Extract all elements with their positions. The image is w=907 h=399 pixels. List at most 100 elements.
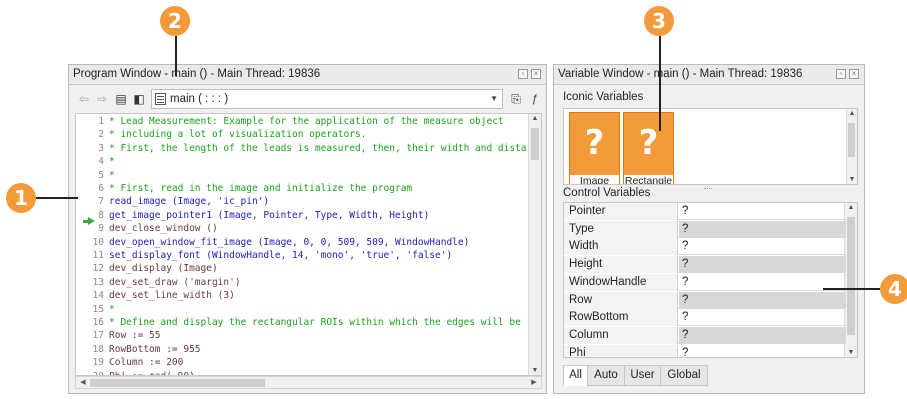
line-number[interactable]: 5 bbox=[98, 169, 104, 182]
program-counter-arrow-icon bbox=[83, 217, 95, 225]
procedure-interface-icon[interactable]: ƒ bbox=[528, 92, 542, 106]
code-line[interactable]: dev_set_line_width (3) bbox=[109, 289, 235, 302]
line-number[interactable]: 4 bbox=[98, 155, 104, 168]
tab-global[interactable]: Global bbox=[660, 365, 708, 386]
code-line[interactable]: * First, read in the image and initializ… bbox=[109, 182, 412, 195]
editor-vertical-scrollbar[interactable]: ▲ ▼ bbox=[528, 114, 541, 375]
line-number[interactable]: 8 bbox=[98, 209, 104, 222]
callout-3: 3 bbox=[644, 6, 674, 36]
scroll-right-icon[interactable]: ▶ bbox=[528, 378, 540, 386]
code-editor[interactable]: 1234567891011121314151617181920 * Lead M… bbox=[75, 113, 542, 376]
line-number[interactable]: 18 bbox=[93, 343, 104, 356]
control-variable-row[interactable]: Pointer? bbox=[564, 203, 846, 220]
line-number[interactable]: 9 bbox=[98, 222, 104, 235]
scrollbar-thumb[interactable] bbox=[847, 217, 855, 335]
callout-1-line bbox=[36, 197, 78, 199]
line-number[interactable]: 6 bbox=[98, 182, 104, 195]
line-number[interactable]: 2 bbox=[98, 128, 104, 141]
procedure-icon[interactable]: ◧ bbox=[132, 92, 146, 106]
control-variable-name: WindowHandle bbox=[564, 273, 678, 291]
scroll-up-icon[interactable]: ▲ bbox=[529, 115, 541, 122]
float-window-icon[interactable]: ▫ bbox=[836, 69, 846, 79]
tab-user[interactable]: User bbox=[624, 365, 661, 386]
callout-3-line bbox=[659, 36, 661, 131]
code-line[interactable]: dev_close_window () bbox=[109, 222, 218, 235]
chevron-down-icon[interactable]: ▼ bbox=[490, 90, 498, 108]
code-line[interactable]: dev_set_draw ('margin') bbox=[109, 276, 241, 289]
line-number[interactable]: 3 bbox=[98, 142, 104, 155]
code-line[interactable]: * bbox=[109, 155, 115, 168]
control-variable-row[interactable]: Height? bbox=[564, 256, 846, 274]
variable-window-title: Variable Window - main () - Main Thread:… bbox=[554, 65, 864, 85]
forward-arrow-icon[interactable]: ⇨ bbox=[95, 92, 109, 106]
scroll-down-icon[interactable]: ▼ bbox=[847, 176, 857, 183]
iconic-variable-label: Image bbox=[570, 175, 619, 184]
scroll-down-icon[interactable]: ▼ bbox=[529, 367, 541, 374]
code-line[interactable]: Column := 200 bbox=[109, 356, 183, 369]
tab-auto[interactable]: Auto bbox=[587, 365, 625, 386]
scrollbar-thumb[interactable] bbox=[90, 379, 265, 387]
scrollbar-thumb[interactable] bbox=[531, 128, 539, 160]
code-line[interactable]: Phi := rad(-90) bbox=[109, 370, 195, 375]
code-area[interactable]: * Lead Measurement: Example for the appl… bbox=[107, 114, 527, 375]
scroll-left-icon[interactable]: ◀ bbox=[77, 378, 89, 386]
scroll-up-icon[interactable]: ▲ bbox=[845, 204, 857, 211]
line-number[interactable]: 13 bbox=[93, 276, 104, 289]
edit-procedure-icon[interactable]: ⎘ bbox=[509, 92, 523, 106]
back-arrow-icon[interactable]: ⇦ bbox=[77, 92, 91, 106]
close-window-icon[interactable]: × bbox=[849, 69, 859, 79]
callout-4: 4 bbox=[880, 274, 907, 304]
tab-all[interactable]: All bbox=[563, 365, 588, 386]
program-window-title: Program Window - main () - Main Thread: … bbox=[69, 65, 546, 85]
iconic-variable-rectangle[interactable]: ? Rectangle bbox=[623, 112, 674, 184]
control-variable-value: ? bbox=[679, 220, 846, 238]
control-variable-row[interactable]: Phi? bbox=[564, 344, 846, 357]
code-line[interactable]: * First, the length of the leads is meas… bbox=[109, 142, 527, 155]
code-line[interactable]: Row := 55 bbox=[109, 329, 160, 342]
code-line[interactable]: dev_open_window_fit_image (Image, 0, 0, … bbox=[109, 236, 469, 249]
line-number-gutter: 1234567891011121314151617181920 bbox=[76, 114, 106, 375]
close-window-icon[interactable]: × bbox=[531, 69, 541, 79]
control-variable-row[interactable]: Column? bbox=[564, 326, 846, 344]
line-number[interactable]: 1 bbox=[98, 115, 104, 128]
code-line[interactable]: * bbox=[109, 169, 115, 182]
line-number[interactable]: 15 bbox=[93, 303, 104, 316]
code-line[interactable]: * including a lot of visualization opera… bbox=[109, 128, 366, 141]
control-variable-value: ? bbox=[682, 275, 689, 288]
variable-window: Variable Window - main () - Main Thread:… bbox=[553, 64, 865, 394]
iconic-variable-image[interactable]: ? Image bbox=[569, 112, 620, 184]
line-number[interactable]: 14 bbox=[93, 289, 104, 302]
editor-horizontal-scrollbar[interactable]: ◀ ▶ bbox=[75, 376, 542, 389]
pane-splitter[interactable] bbox=[704, 188, 712, 191]
iconic-variables-list: ? Image ? Rectangle ▲ ▼ bbox=[563, 108, 858, 185]
scroll-down-icon[interactable]: ▼ bbox=[845, 349, 857, 356]
code-line[interactable]: get_image_pointer1 (Image, Pointer, Type… bbox=[109, 209, 429, 222]
line-number[interactable]: 10 bbox=[93, 236, 104, 249]
code-line[interactable]: dev_display (Image) bbox=[109, 262, 218, 275]
control-variable-row[interactable]: Type? bbox=[564, 220, 846, 238]
code-line[interactable]: read_image (Image, 'ic_pin') bbox=[109, 195, 269, 208]
scrollbar-thumb[interactable] bbox=[848, 123, 855, 157]
line-number[interactable]: 12 bbox=[93, 262, 104, 275]
control-variable-row[interactable]: RowBottom? bbox=[564, 309, 846, 327]
control-variable-value: ? bbox=[679, 326, 846, 344]
iconic-vertical-scrollbar[interactable]: ▲ ▼ bbox=[846, 109, 857, 184]
scroll-up-icon[interactable]: ▲ bbox=[847, 110, 857, 117]
code-line[interactable]: RowBottom := 955 bbox=[109, 343, 201, 356]
code-line[interactable]: * Define and display the rectangular ROI… bbox=[109, 316, 527, 329]
line-number[interactable]: 19 bbox=[93, 356, 104, 369]
control-variable-row[interactable]: Row? bbox=[564, 291, 846, 309]
procedure-selector[interactable]: main ( : : : ) ▼ bbox=[151, 89, 503, 109]
code-line[interactable]: * Lead Measurement: Example for the appl… bbox=[109, 115, 504, 128]
code-line[interactable]: set_display_font (WindowHandle, 14, 'mon… bbox=[109, 249, 452, 262]
code-line[interactable]: * bbox=[109, 303, 115, 316]
line-number[interactable]: 11 bbox=[93, 249, 104, 262]
control-variable-row[interactable]: Width? bbox=[564, 238, 846, 256]
float-window-icon[interactable]: ▫ bbox=[518, 69, 528, 79]
callout-1: 1 bbox=[6, 183, 36, 213]
clipboard-icon[interactable]: ▤ bbox=[114, 92, 128, 106]
line-number[interactable]: 17 bbox=[93, 329, 104, 342]
line-number[interactable]: 16 bbox=[93, 316, 104, 329]
line-number[interactable]: 7 bbox=[98, 195, 104, 208]
control-variable-row[interactable]: WindowHandle? bbox=[564, 273, 846, 291]
